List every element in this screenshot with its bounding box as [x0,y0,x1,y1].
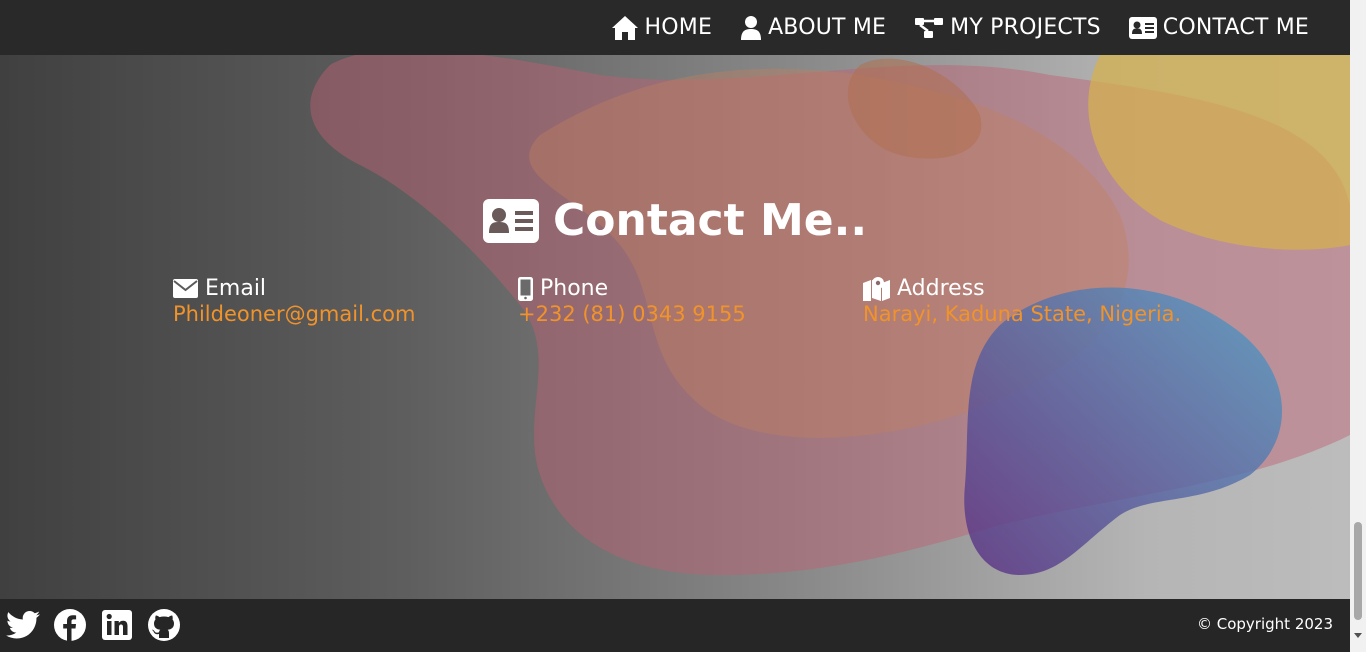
email-label: Email [205,276,267,301]
sitemap-icon [915,17,944,38]
phone-link[interactable]: +232 (81) 0343 9155 [518,302,746,326]
linkedin-icon [102,610,132,640]
twitter-link[interactable] [6,608,40,642]
nav-contact-label: CONTACT ME [1162,15,1309,40]
map-marker-icon [863,277,890,301]
decorative-blobs [310,55,1350,575]
contact-section: Contact Me.. Email Phildeoner@gmail.com … [0,55,1350,599]
nav-home[interactable]: HOME [611,15,713,41]
nav-projects[interactable]: MY PROJECTS [914,15,1101,40]
linkedin-link[interactable] [100,608,134,642]
nav-contact[interactable]: CONTACT ME [1128,15,1309,40]
github-link[interactable] [147,608,181,642]
copyright-text: © Copyright 2023 [1196,615,1333,633]
facebook-icon [54,609,86,641]
email-link[interactable]: Phildeoner@gmail.com [173,302,415,326]
scroll-down-arrow-icon[interactable] [1354,633,1362,638]
twitter-icon [6,610,40,639]
address-block: Address Narayi, Kaduna State, Nigeria. [863,276,1181,326]
contact-title-text: Contact Me.. [552,195,868,246]
contact-heading: Contact Me.. [0,195,1350,246]
social-links [6,608,194,642]
phone-block: Phone +232 (81) 0343 9155 [518,276,746,326]
github-icon [148,609,180,641]
nav-about[interactable]: ABOUT ME [740,15,886,41]
address-text[interactable]: Narayi, Kaduna State, Nigeria. [863,302,1181,326]
facebook-link[interactable] [53,608,87,642]
address-card-icon [1128,16,1157,39]
nav-home-label: HOME [644,15,713,40]
nav-projects-label: MY PROJECTS [950,15,1101,40]
page-scrollbar[interactable] [1350,0,1366,652]
top-navigation: HOME ABOUT ME MY PROJECTS CONTACT ME [0,0,1350,55]
nav-about-label: ABOUT ME [768,15,887,40]
footer: © Copyright 2023 [0,599,1350,652]
mobile-icon [518,276,533,301]
address-label: Address [897,276,985,301]
user-icon [741,15,762,40]
phone-label: Phone [540,276,609,301]
email-block: Email Phildeoner@gmail.com [173,276,415,326]
home-icon [611,15,638,40]
address-card-icon [482,198,539,243]
scroll-thumb[interactable] [1354,522,1362,620]
envelope-icon [173,279,198,298]
